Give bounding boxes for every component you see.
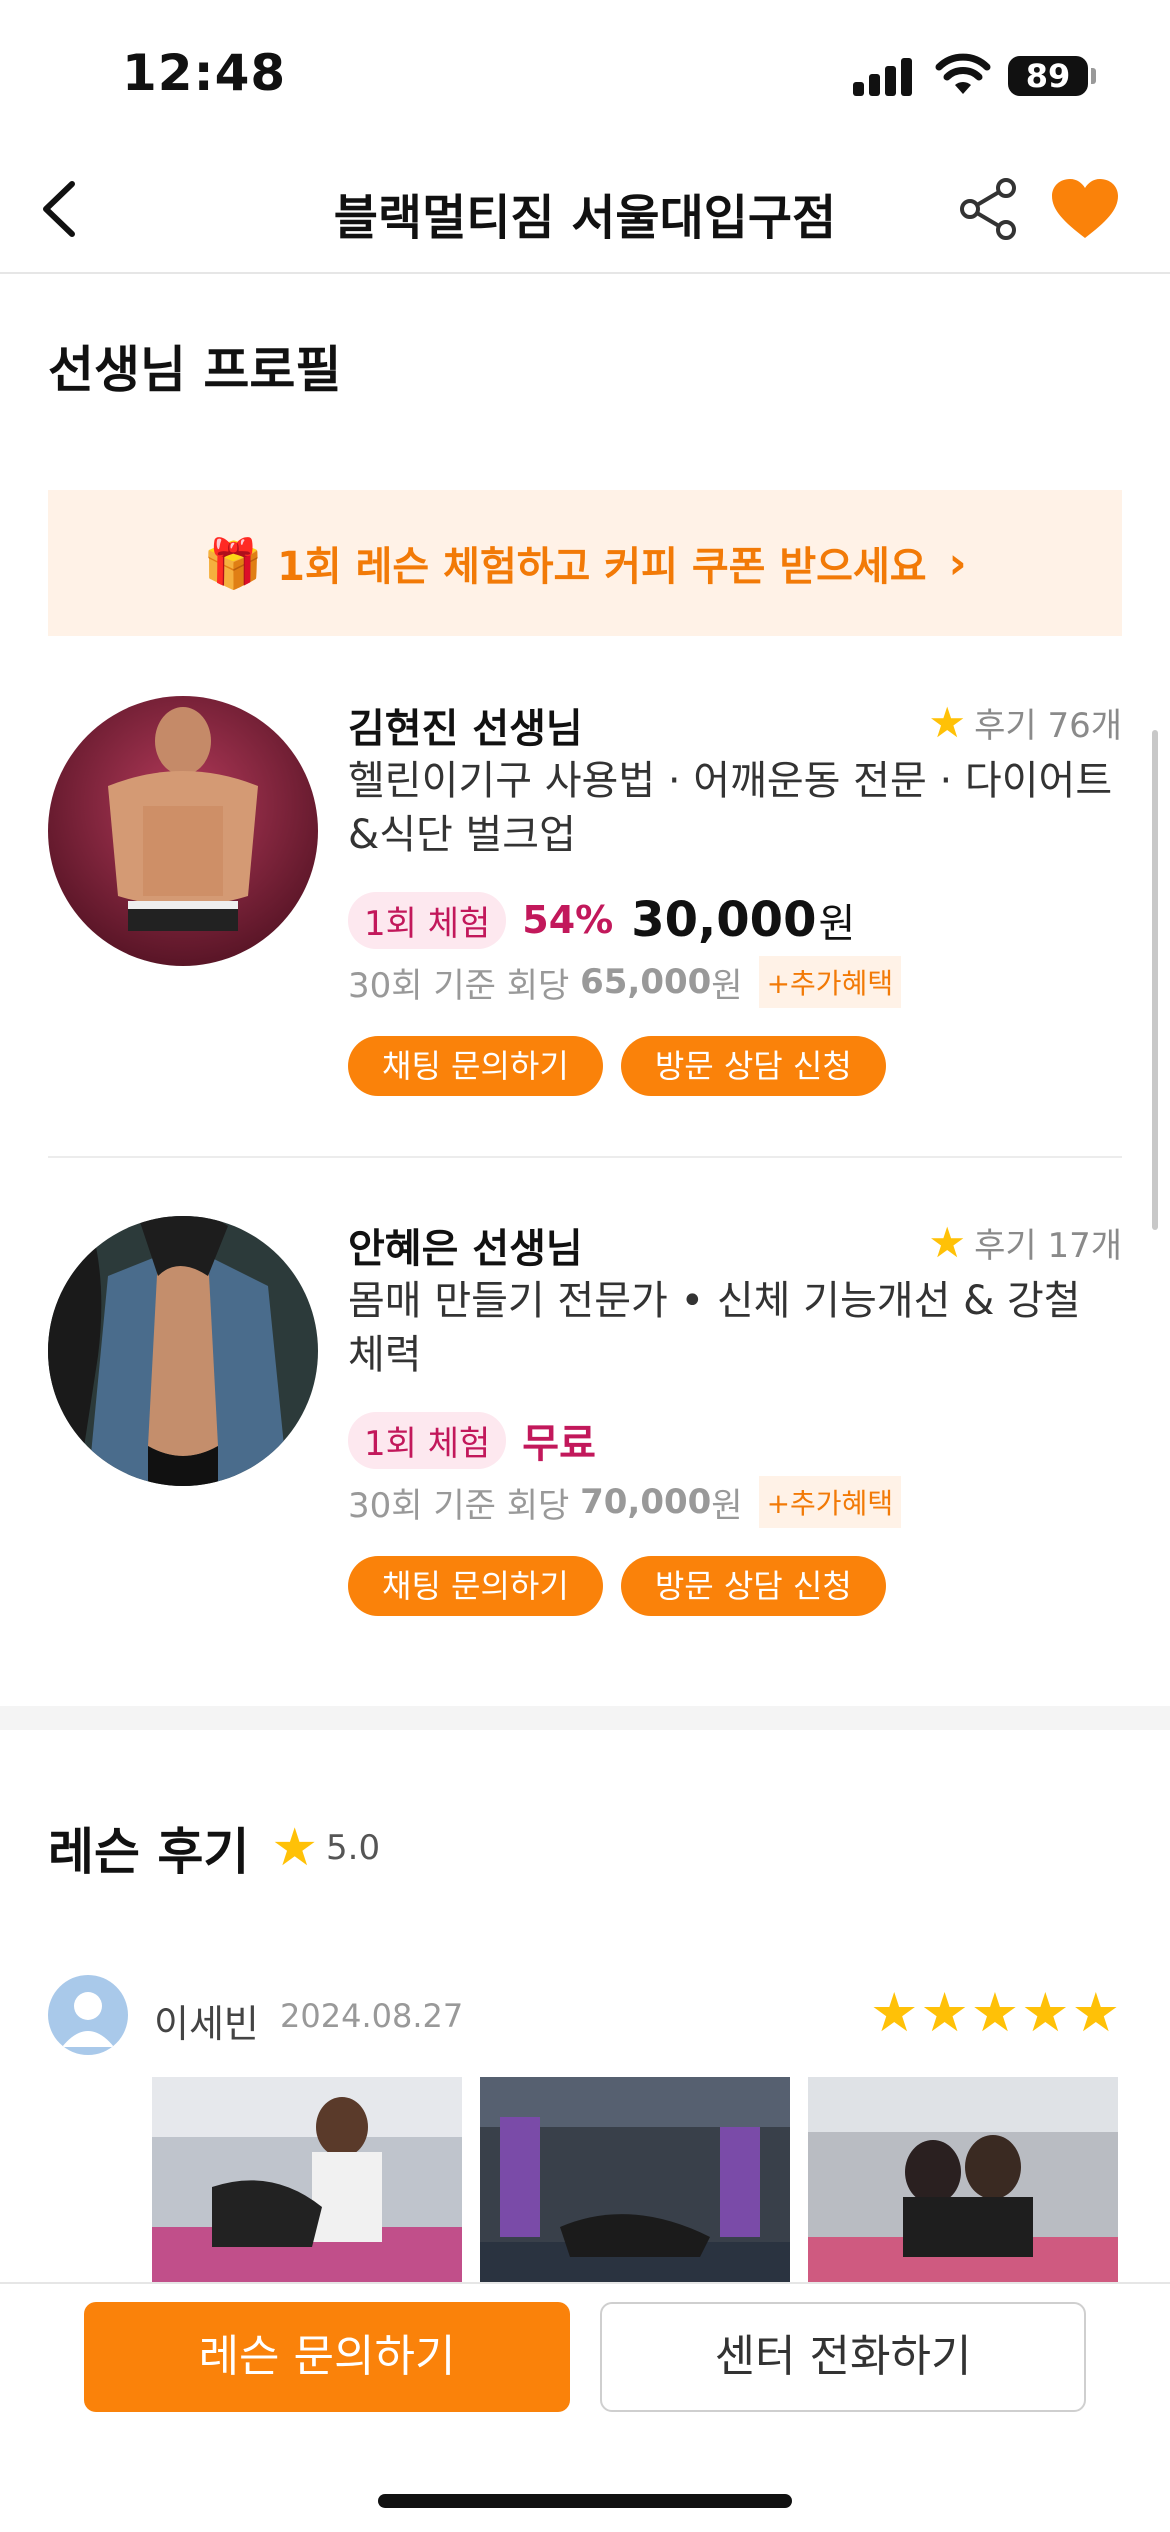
review-count: 후기 76개 (974, 706, 1122, 746)
base-price-row: 30회 기준 회당 65,000 원 +추가혜택 (348, 956, 902, 1008)
review-header: 레슨 후기 ★ 5.0 (48, 1812, 380, 1884)
review-stars: ★★★★★ (869, 1981, 1122, 2044)
trainer-rating: ★ 후기 17개 (928, 1218, 1122, 1267)
heart-icon[interactable] (1050, 178, 1120, 240)
scrollbar[interactable] (1152, 730, 1158, 1230)
chat-inquiry-button[interactable]: 채팅 문의하기 (348, 1556, 603, 1616)
chat-inquiry-button[interactable]: 채팅 문의하기 (348, 1036, 603, 1096)
free-label: 무료 (522, 1421, 596, 1467)
visit-consult-button[interactable]: 방문 상담 신청 (620, 1556, 886, 1616)
star-icon: ★ (928, 698, 967, 747)
wifi-icon (935, 53, 991, 94)
trial-tag: 1회 체험 (348, 1411, 507, 1469)
base-price-label: 30회 기준 회당 (348, 965, 570, 1006)
avatar (48, 1975, 128, 2055)
promo-text: 1회 레슨 체험하고 커피 쿠폰 받으세요 (277, 544, 927, 590)
trainer-description: 헬린이기구 사용법 · 어깨운동 전문 · 다이어트 &식단 벌크업 (348, 758, 1113, 858)
trainer-card[interactable]: 안혜은 선생님 ★ 후기 17개 몸매 만들기 전문가 • 신체 기능개선 & … (48, 1216, 1122, 1716)
price-unit: 원 (818, 901, 856, 947)
section-title-reviews: 레슨 후기 (48, 1823, 250, 1881)
lesson-inquiry-button[interactable]: 레슨 문의하기 (84, 2302, 570, 2412)
promo-banner[interactable]: 🎁 1회 레슨 체험하고 커피 쿠폰 받으세요 › (48, 490, 1122, 636)
review-count: 후기 17개 (974, 1226, 1122, 1266)
base-price-unit: 원 (711, 965, 743, 1006)
extra-benefit-badge: +추가혜택 (758, 956, 902, 1008)
base-price: 70,000 (580, 1482, 712, 1522)
trainer-avatar (48, 1216, 318, 1486)
trial-tag: 1회 체험 (348, 891, 507, 949)
trainer-description: 몸매 만들기 전문가 • 신체 기능개선 & 강철 체력 (348, 1278, 1081, 1378)
visit-consult-button[interactable]: 방문 상담 신청 (620, 1036, 886, 1096)
battery-tip (1091, 68, 1096, 84)
base-price-unit: 원 (711, 1485, 743, 1526)
review-date: 2024.08.27 (280, 1997, 464, 2035)
call-center-button[interactable]: 센터 전화하기 (600, 2302, 1086, 2412)
base-price-row: 30회 기준 회당 70,000 원 +추가혜택 (348, 1476, 902, 1528)
base-price: 65,000 (580, 962, 712, 1002)
bottom-action-bar: 레슨 문의하기 센터 전화하기 (0, 2282, 1170, 2532)
discount-percent: 54% (522, 898, 614, 942)
base-price-label: 30회 기준 회당 (348, 1485, 570, 1526)
review-photo[interactable] (480, 2077, 790, 2282)
top-navigation: 블랙멀티짐 서울대입구점 (0, 150, 1170, 274)
divider (48, 1156, 1122, 1158)
trial-price: 30,000 (631, 892, 817, 948)
reviewer-name: 이세빈 (154, 2002, 259, 2046)
trainer-name: 안혜은 선생님 (348, 1226, 583, 1272)
trainer-card[interactable]: 김현진 선생님 ★ 후기 76개 헬린이기구 사용법 · 어깨운동 전문 · 다… (48, 696, 1122, 1196)
chevron-right-icon: › (948, 537, 967, 589)
review-item: 이세빈 2024.08.27 ★★★★★ (48, 1975, 1122, 2055)
price-row: 1회 체험 54% 30,000 원 (348, 891, 855, 949)
section-title-profile: 선생님 프로필 (48, 341, 342, 399)
extra-benefit-badge: +추가혜택 (758, 1476, 902, 1528)
star-icon: ★ (928, 1218, 967, 1267)
review-score: 5.0 (326, 1828, 381, 1868)
status-time: 12:48 (122, 44, 287, 102)
signal-icon (853, 58, 913, 96)
gift-icon: 🎁 (203, 535, 264, 592)
trainer-rating: ★ 후기 76개 (928, 698, 1122, 747)
star-icon: ★ (271, 1818, 319, 1878)
home-indicator (378, 2494, 792, 2508)
review-photo[interactable] (152, 2077, 462, 2282)
review-photo[interactable] (808, 2077, 1118, 2282)
trainer-actions: 채팅 문의하기 방문 상담 신청 (348, 1036, 904, 1096)
status-bar: 12:48 89 (0, 0, 1170, 150)
trainer-name: 김현진 선생님 (348, 706, 583, 752)
trainer-avatar (48, 696, 318, 966)
battery-icon: 89 (1008, 56, 1088, 96)
section-separator (0, 1706, 1170, 1730)
trainer-actions: 채팅 문의하기 방문 상담 신청 (348, 1556, 904, 1616)
review-photos (152, 2077, 1136, 2282)
share-icon[interactable] (958, 176, 1020, 242)
price-row: 1회 체험 무료 (348, 1411, 596, 1469)
